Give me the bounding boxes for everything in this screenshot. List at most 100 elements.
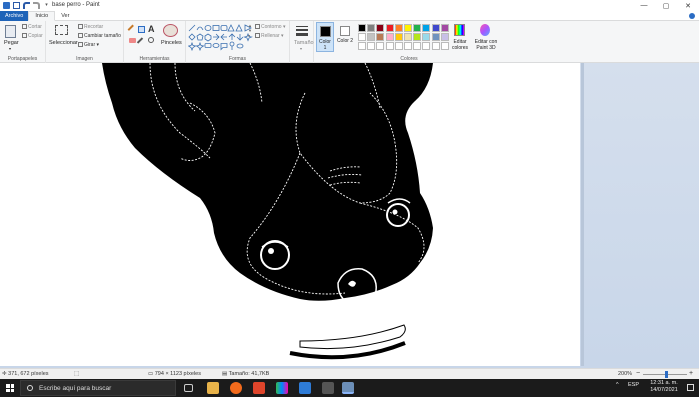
edit-colors-button[interactable]: Editar colores [450,39,470,51]
cursor-position-text: 371, 672 píxeles [8,371,49,377]
customize-quick-access-icon[interactable]: ▾ [43,2,50,9]
size-button[interactable]: Tamaño [294,40,314,46]
magnifier-icon[interactable] [148,37,154,43]
pencil-icon[interactable] [127,24,138,35]
color-swatch[interactable] [440,24,449,32]
zoom-slider-thumb[interactable] [665,371,668,378]
color-swatch[interactable] [413,33,422,42]
select-icon[interactable] [55,25,68,35]
color2-button[interactable]: Color 2 [336,22,354,52]
outline-button[interactable]: Contorno ▾ [255,24,285,30]
color-swatch[interactable] [358,24,366,32]
custom-color-slot[interactable] [413,42,422,51]
maximize-button[interactable]: ▢ [655,0,677,11]
tab-archivo[interactable]: Archivo [0,11,29,21]
custom-color-slot[interactable] [404,42,412,51]
custom-color-slot[interactable] [431,42,440,51]
brush-icon[interactable] [163,24,178,37]
color1-button[interactable]: Color 1 [316,22,334,52]
save-icon[interactable] [13,2,20,9]
paint3d-button[interactable]: Editar con Paint 3D [472,39,500,51]
custom-color-slot[interactable] [394,42,403,51]
file-explorer-icon[interactable] [207,382,219,394]
tray-chevron-icon[interactable]: ^ [616,382,619,388]
language-indicator[interactable]: ESP [628,382,639,388]
edit-colors-icon[interactable] [454,24,465,36]
crop-button[interactable]: Recortar [78,24,103,30]
color-swatch[interactable] [358,33,366,42]
drawing-canvas[interactable] [0,63,580,366]
custom-color-slot[interactable] [376,42,385,51]
color-swatch[interactable] [385,24,394,32]
custom-color-slot[interactable] [367,42,376,51]
app-colorful-icon[interactable] [276,382,288,394]
color-swatch[interactable] [404,24,412,32]
paint3d-icon[interactable] [480,24,490,36]
close-button[interactable]: ✕ [677,0,699,11]
zoom-out-button[interactable]: − [636,370,640,377]
copy-button[interactable]: Copiar [22,33,43,39]
taskbar-search[interactable]: Escribe aquí para buscar [20,380,176,396]
color-swatch[interactable] [367,33,376,42]
color-swatch[interactable] [385,33,394,42]
color-swatch[interactable] [404,33,412,42]
brave-icon[interactable] [253,382,265,394]
shapes-group-label: Formas [229,56,246,62]
color-picker-icon[interactable] [136,37,144,44]
eraser-icon[interactable] [129,38,136,43]
vertical-scrollbar[interactable] [581,63,584,366]
text-icon[interactable]: A [148,24,155,34]
select-button[interactable]: Seleccionar [49,40,78,46]
color-swatch[interactable] [440,33,449,42]
clock[interactable]: 12:31 a. m. 14/07/2021 [644,380,684,394]
shapes-gallery[interactable] [188,24,254,51]
search-placeholder: Escribe aquí para buscar [39,384,112,392]
custom-color-slot[interactable] [358,42,366,51]
brushes-button[interactable]: Pinceles [161,40,182,46]
size-dropdown-icon[interactable]: ▾ [300,46,302,51]
shapes-group: ▲ ▼ ▾ Contorno ▾ Rellenar ▾ Formas [186,21,290,63]
color-swatch[interactable] [376,24,385,32]
custom-color-slot[interactable] [422,42,431,51]
color-swatch[interactable] [394,33,403,42]
paste-dropdown-icon[interactable]: ▾ [9,46,11,51]
custom-color-slot[interactable] [385,42,394,51]
task-view-icon[interactable] [184,384,193,392]
help-icon[interactable] [689,13,695,19]
file-size-text: Tamaño: 41,7KB [228,371,270,377]
color-swatch[interactable] [413,24,422,32]
quick-access-toolbar: ▾ [0,2,50,9]
undo-icon[interactable] [23,2,30,9]
paste-icon[interactable] [5,25,16,38]
tab-inicio[interactable]: Inicio [28,11,56,21]
color-swatch[interactable] [422,33,431,42]
window-title: base perro - Paint [52,2,100,8]
color-swatch[interactable] [431,33,440,42]
zoom-in-button[interactable]: + [689,370,693,377]
ribbon-tabs: Archivo Inicio Ver [0,11,699,21]
paste-button[interactable]: Pegar [4,40,19,46]
shapes-scroll-icon[interactable]: ▲ ▼ ▾ [248,23,252,38]
tab-ver[interactable]: Ver [55,11,75,21]
image-dimensions-text: 794 × 1123 píxeles [154,371,201,377]
minimize-button[interactable]: — [633,0,655,11]
fill-button[interactable]: Rellenar ▾ [255,33,284,39]
rotate-button[interactable]: Girar ▾ [78,42,99,48]
color-swatch[interactable] [422,24,431,32]
resize-button[interactable]: Cambiar tamaño [78,33,121,39]
paint-taskbar-icon[interactable] [342,382,354,394]
fill-icon[interactable] [138,26,145,33]
cut-button[interactable]: Cortar [22,24,42,30]
store-icon[interactable] [299,382,311,394]
redo-icon[interactable] [33,2,40,9]
photos-icon[interactable] [322,382,334,394]
size-lines-icon[interactable] [296,26,308,36]
color-swatch[interactable] [376,33,385,42]
color-swatch[interactable] [431,24,440,32]
color-swatch[interactable] [367,24,376,32]
color-swatch[interactable] [394,24,403,32]
custom-color-slot[interactable] [440,42,449,51]
notifications-icon[interactable] [687,384,694,391]
windows-start-icon[interactable] [6,384,14,392]
firefox-icon[interactable] [230,382,242,394]
